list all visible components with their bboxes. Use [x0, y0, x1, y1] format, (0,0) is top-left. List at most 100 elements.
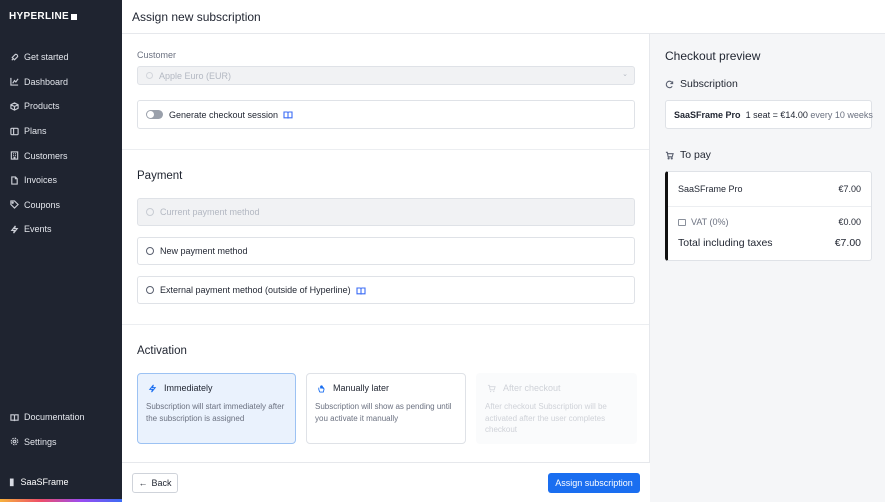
- workspace-name: SaaSFrame: [20, 477, 69, 487]
- preview-plan-period: every 10 weeks: [810, 110, 873, 120]
- assign-subscription-button[interactable]: Assign subscription: [548, 473, 640, 493]
- preview-subscription-line: SaaSFrame Pro 1 seat = €14.00 every 10 w…: [666, 101, 873, 129]
- sidebar-item-label: Documentation: [24, 412, 85, 423]
- activation-option-title: Manually later: [333, 383, 390, 393]
- tag-icon: [9, 200, 19, 210]
- sidebar-item-label: Products: [24, 101, 60, 112]
- preview-subscription-heading: Subscription: [665, 78, 738, 90]
- sidebar-item-dashboard[interactable]: Dashboard: [0, 70, 122, 95]
- book-icon: [9, 412, 19, 422]
- sidebar-item-label: Events: [24, 224, 52, 235]
- page-header: Assign new subscription: [122, 0, 885, 34]
- preview-total-label: Total including taxes: [678, 237, 773, 249]
- preview-vat-amount: €0.00: [838, 217, 861, 227]
- customer-label: Customer: [137, 50, 177, 60]
- activation-option-description: Subscription will show as pending until …: [315, 402, 452, 423]
- radio-button[interactable]: [146, 286, 154, 294]
- arrow-left-icon: ←: [138, 478, 148, 488]
- sidebar-item-get-started[interactable]: Get started: [0, 45, 122, 70]
- activation-section-title: Activation: [137, 345, 187, 357]
- preview-to-pay-box: SaaSFrame Pro €7.00 VAT (0%) €0.00 Total…: [665, 171, 872, 261]
- logo-square-icon: [70, 13, 77, 20]
- rocket-icon: [9, 52, 19, 62]
- workspace-logo-icon: ▮: [9, 476, 15, 488]
- form-footer: ← Back Assign subscription: [122, 462, 650, 502]
- section-divider: [122, 324, 649, 325]
- tax-icon: [678, 218, 686, 226]
- sidebar-item-label: Customers: [24, 150, 68, 161]
- payment-section-title: Payment: [137, 170, 183, 182]
- sidebar-item-settings[interactable]: Settings: [0, 430, 122, 455]
- chevron-down-icon: ⌄: [622, 71, 628, 78]
- customer-select[interactable]: Apple Euro (EUR) ⌄: [137, 66, 635, 85]
- lightning-icon: [9, 224, 19, 234]
- gear-icon: [9, 437, 19, 447]
- customer-value: Apple Euro (EUR): [159, 70, 232, 81]
- preview-plan-name: SaaSFrame Pro: [674, 110, 741, 120]
- activation-option-description: After checkout Subscription will be acti…: [485, 402, 607, 434]
- activation-option-manual[interactable]: Manually later Subscription will show as…: [306, 373, 466, 444]
- sidebar-item-invoices[interactable]: Invoices: [0, 168, 122, 193]
- sidebar-item-label: Dashboard: [24, 76, 69, 87]
- preview-total-line: Total including taxes €7.00: [668, 237, 871, 259]
- preview-item-amount: €7.00: [838, 184, 861, 194]
- file-icon: [9, 175, 19, 185]
- payment-option-label: External payment method (outside of Hype…: [160, 285, 351, 295]
- sidebar-item-products[interactable]: Products: [0, 94, 122, 119]
- box-icon: [9, 101, 19, 111]
- payment-option-external[interactable]: External payment method (outside of Hype…: [137, 276, 635, 304]
- brand-name: HYPERLINE: [9, 11, 69, 22]
- chart-icon: [9, 77, 19, 87]
- refresh-icon: [665, 80, 674, 89]
- sidebar-item-coupons[interactable]: Coupons: [0, 193, 122, 218]
- sidebar-item-documentation[interactable]: Documentation: [0, 405, 122, 430]
- payment-option-label: New payment method: [160, 246, 248, 256]
- checkout-session-toggle[interactable]: [146, 110, 163, 119]
- sidebar-nav: Get started Dashboard Products Plans Cus…: [0, 45, 122, 242]
- docs-book-icon[interactable]: [356, 286, 366, 295]
- preview-line-item: SaaSFrame Pro €7.00: [668, 172, 871, 206]
- sidebar-item-label: Invoices: [24, 175, 58, 186]
- sidebar-item-label: Get started: [24, 52, 69, 63]
- cart-icon: [665, 151, 674, 160]
- docs-book-icon[interactable]: [283, 111, 293, 119]
- preview-to-pay-heading: To pay: [665, 149, 711, 161]
- checkout-session-label: Generate checkout session: [169, 109, 279, 120]
- preview-plan-detail: 1 seat = €14.00: [745, 110, 808, 120]
- back-button[interactable]: ← Back: [132, 473, 178, 493]
- preview-subscription-box: SaaSFrame Pro 1 seat = €14.00 every 10 w…: [665, 100, 873, 129]
- payment-option-current[interactable]: Current payment method: [137, 198, 635, 226]
- payment-option-new[interactable]: New payment method: [137, 237, 635, 265]
- checkout-session-toggle-row: Generate checkout session: [137, 100, 635, 129]
- customer-avatar-icon: [146, 72, 153, 79]
- activation-option-immediately[interactable]: Immediately Subscription will start imme…: [137, 373, 296, 444]
- sidebar-item-label: Coupons: [24, 199, 61, 210]
- preview-title: Checkout preview: [665, 49, 761, 63]
- workspace-switcher[interactable]: ▮ SaaSFrame: [0, 470, 122, 494]
- building-icon: [9, 151, 19, 161]
- brand-logo[interactable]: HYPERLINE: [9, 11, 77, 22]
- preview-item-name: SaaSFrame Pro: [678, 184, 743, 194]
- sidebar-item-plans[interactable]: Plans: [0, 119, 122, 144]
- hand-icon: [315, 384, 327, 393]
- checkout-preview: Checkout preview Subscription SaaSFrame …: [650, 34, 885, 502]
- sidebar-bottom-nav: Documentation Settings: [0, 405, 122, 454]
- layers-icon: [9, 126, 19, 136]
- payment-option-label: Current payment method: [160, 207, 260, 217]
- preview-subscription-label: Subscription: [680, 78, 738, 90]
- radio-button[interactable]: [146, 247, 154, 255]
- page-title: Assign new subscription: [132, 10, 261, 24]
- sidebar-item-customers[interactable]: Customers: [0, 143, 122, 168]
- cart-icon: [485, 384, 497, 393]
- sidebar-item-events[interactable]: Events: [0, 217, 122, 242]
- activation-option-title: After checkout: [503, 383, 561, 393]
- activation-option-after-checkout: After checkout After checkout Subscripti…: [476, 373, 637, 444]
- preview-vat-label: VAT (0%): [691, 217, 729, 227]
- back-button-label: Back: [151, 478, 172, 488]
- sidebar: HYPERLINE Get started Dashboard Products…: [0, 0, 122, 502]
- activation-option-title: Immediately: [164, 383, 213, 393]
- preview-vat-line: VAT (0%) €0.00: [668, 206, 871, 237]
- subscription-form: Customer Apple Euro (EUR) ⌄ Generate che…: [122, 34, 650, 462]
- radio-button[interactable]: [146, 208, 154, 216]
- sidebar-item-label: Settings: [24, 436, 57, 447]
